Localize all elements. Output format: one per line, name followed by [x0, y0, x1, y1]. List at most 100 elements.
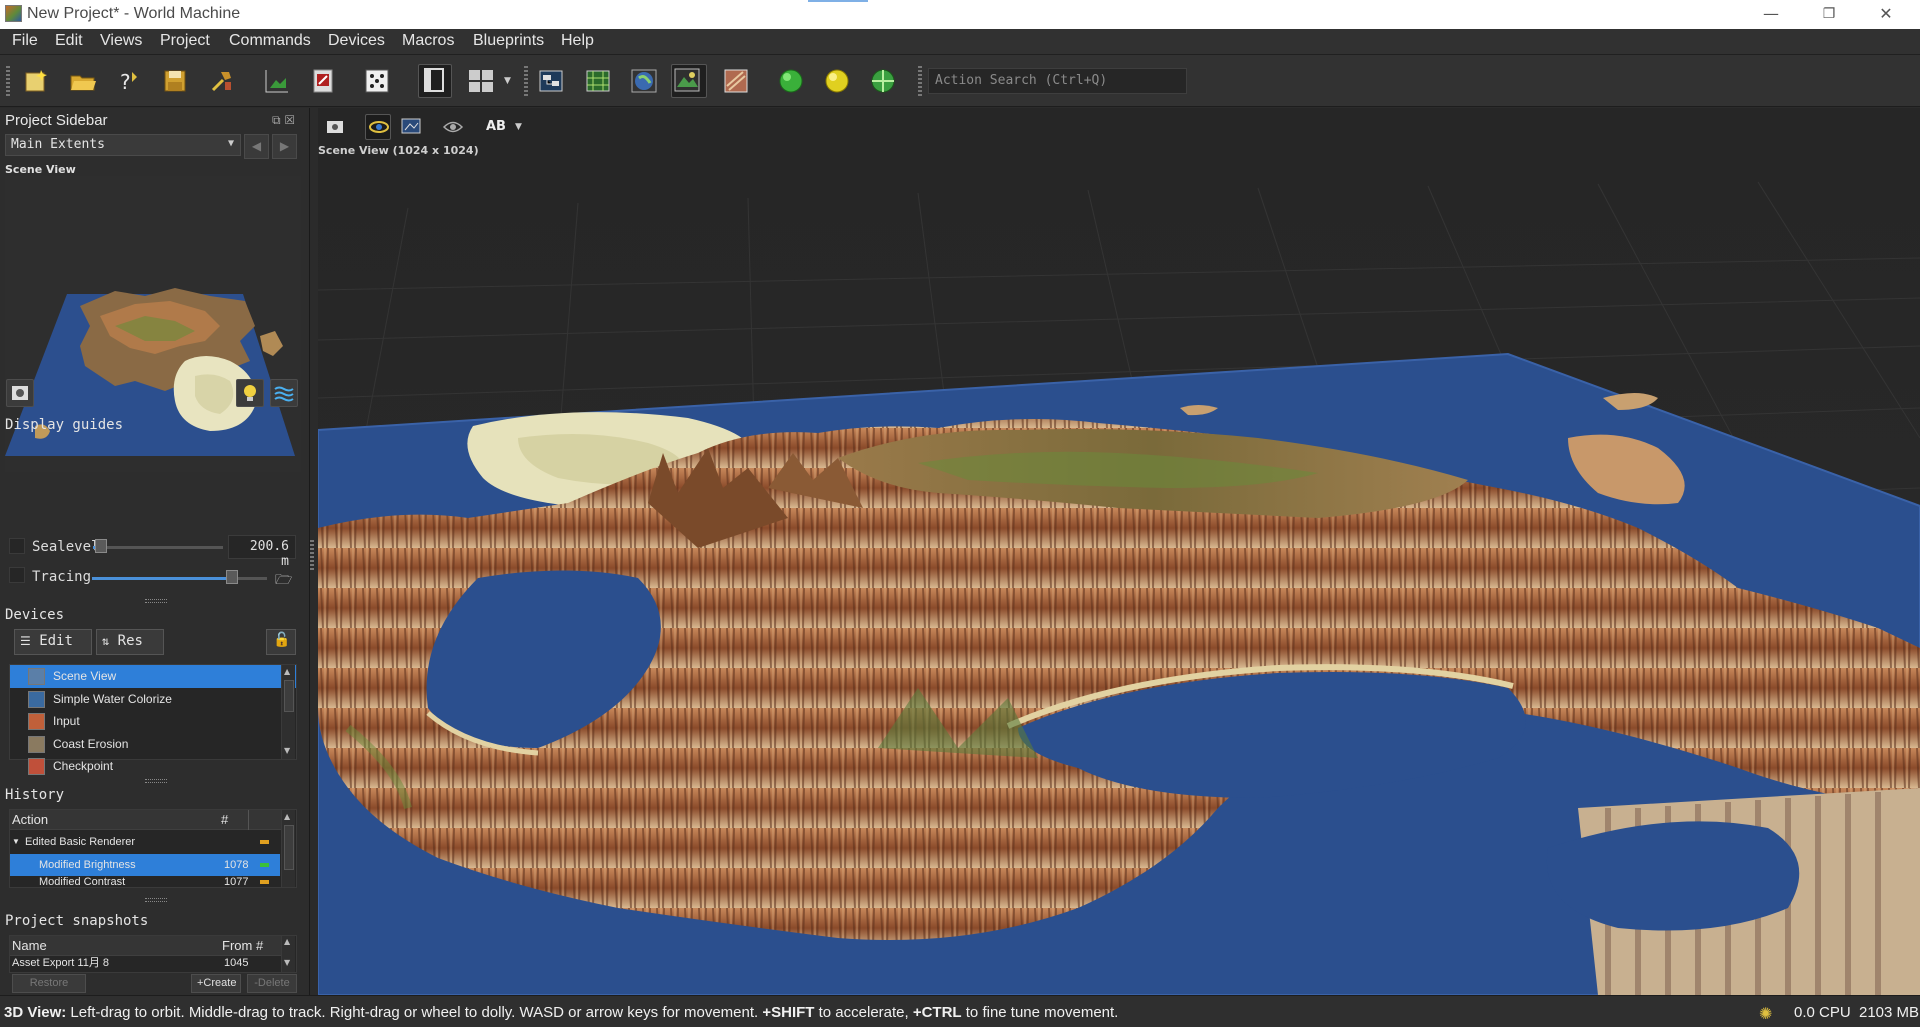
texture-view-icon[interactable]	[671, 64, 707, 98]
device-label: Input	[53, 714, 80, 728]
ab-dropdown-icon[interactable]: ▼	[515, 122, 522, 132]
create-snapshot-button[interactable]: +Create	[191, 974, 241, 993]
table-row[interactable]: Modified Contrast 1077	[10, 876, 282, 888]
material-icon[interactable]	[721, 66, 751, 96]
eye-icon[interactable]	[440, 114, 466, 140]
list-item[interactable]: Simple Water Colorize	[10, 688, 296, 711]
restore-button[interactable]: ❐	[1806, 0, 1852, 29]
menu-project[interactable]: Project	[160, 32, 210, 50]
edit-device-button[interactable]: ☰ Edit	[14, 629, 92, 655]
res-label: Res	[117, 633, 143, 649]
render-icon[interactable]	[309, 66, 339, 96]
menu-edit[interactable]: Edit	[55, 32, 83, 50]
checkpoint-icon	[28, 758, 45, 775]
view-settings-button[interactable]	[322, 114, 348, 140]
table-row[interactable]: Modified Brightness 1078	[10, 854, 280, 876]
name-column-header[interactable]: Name	[12, 938, 47, 953]
tools-icon[interactable]	[207, 66, 237, 96]
prev-extent-button[interactable]: ◀	[244, 134, 269, 159]
scroll-thumb[interactable]	[284, 680, 294, 712]
action-search-input[interactable]: Action Search (Ctrl+Q)	[928, 68, 1187, 94]
scene-view-icon	[28, 668, 45, 685]
layout-dropdown-icon[interactable]: ▼	[504, 76, 511, 86]
sealevel-slider-thumb[interactable]	[95, 539, 107, 553]
extents-select[interactable]: Main Extents ▼	[5, 134, 241, 156]
tracing-checkbox[interactable]	[9, 567, 25, 583]
num-column-header[interactable]: #	[221, 812, 228, 827]
table-row[interactable]: ▼ Edited Basic Renderer	[10, 831, 282, 853]
menu-views[interactable]: Views	[100, 32, 142, 50]
sidebar-resize-handle[interactable]	[310, 540, 314, 570]
main-toolbar: ? ▼ Action Search (Ctrl+Q)	[0, 55, 1920, 178]
expand-icon[interactable]: ▼	[12, 831, 20, 853]
minimize-button[interactable]: —	[1748, 0, 1794, 29]
history-action: Modified Brightness	[39, 859, 136, 871]
devices-scrollbar[interactable]: ▲ ▼	[281, 665, 295, 759]
list-item[interactable]: Checkpoint	[10, 755, 296, 778]
new-project-icon[interactable]	[21, 66, 51, 96]
list-item[interactable]: Input	[10, 710, 296, 733]
folder-icon[interactable]: 🗁	[275, 569, 292, 593]
lock-button[interactable]: 🔓	[266, 629, 296, 655]
build-world-icon[interactable]	[868, 66, 898, 96]
scroll-down-icon[interactable]: ▼	[284, 746, 290, 755]
lighting-button[interactable]	[236, 379, 264, 407]
menu-help[interactable]: Help	[561, 32, 594, 50]
menu-blueprints[interactable]: Blueprints	[473, 32, 544, 50]
globe-icon[interactable]	[629, 66, 659, 96]
menu-macros[interactable]: Macros	[402, 32, 454, 50]
save-icon[interactable]	[160, 66, 190, 96]
toolbar-grip[interactable]	[6, 66, 10, 96]
scene-viewport[interactable]: AB ▼ Scene View (1024 x 1024)	[318, 108, 1920, 995]
table-row[interactable]: Asset Export 11月 8 1045	[10, 956, 282, 970]
tracing-slider-thumb[interactable]	[226, 570, 238, 584]
help-icon[interactable]: ?	[114, 66, 144, 96]
history-num: 1077	[224, 876, 249, 888]
dice-icon[interactable]	[362, 66, 392, 96]
single-layout-icon[interactable]	[418, 64, 452, 98]
close-icon[interactable]: ☒	[284, 113, 295, 127]
from-column-header[interactable]: From #	[222, 938, 263, 953]
scroll-up-icon[interactable]: ▲	[284, 812, 290, 821]
explorer-icon[interactable]	[536, 66, 566, 96]
sealevel-checkbox[interactable]	[9, 538, 25, 554]
scroll-down-icon[interactable]: ▼	[284, 958, 290, 967]
list-item[interactable]: Coast Erosion	[10, 733, 296, 756]
terrain-render[interactable]	[318, 108, 1920, 995]
sealevel-value-input[interactable]: 200.6 m	[228, 535, 296, 569]
menu-commands[interactable]: Commands	[229, 32, 311, 50]
sealevel-slider[interactable]	[93, 546, 223, 549]
ab-compare-button[interactable]: AB	[486, 119, 506, 134]
water-button[interactable]	[270, 379, 298, 407]
scroll-thumb[interactable]	[284, 825, 294, 870]
free-camera-button[interactable]	[398, 114, 424, 140]
orbit-camera-button[interactable]	[365, 114, 391, 140]
splitter-handle[interactable]	[145, 779, 167, 783]
scroll-up-icon[interactable]: ▲	[284, 937, 290, 946]
layout-view-icon[interactable]	[583, 66, 613, 96]
list-item[interactable]: Scene View	[10, 665, 296, 688]
history-scrollbar[interactable]: ▲	[281, 810, 295, 887]
resolution-button[interactable]: ⇅ Res	[96, 629, 164, 655]
scroll-up-icon[interactable]: ▲	[284, 667, 290, 676]
build-yellow-icon[interactable]	[822, 66, 852, 96]
menu-file[interactable]: File	[12, 32, 38, 50]
history-num: 1078	[224, 859, 249, 871]
memory-usage: 2103 MB	[1859, 1004, 1920, 1021]
splitter-handle[interactable]	[145, 599, 167, 603]
build-green-icon[interactable]	[776, 66, 806, 96]
preview-settings-button[interactable]	[6, 379, 34, 407]
open-project-icon[interactable]	[68, 66, 98, 96]
snapshots-scrollbar[interactable]: ▲ ▼	[281, 936, 295, 972]
next-extent-button[interactable]: ▶	[272, 134, 297, 159]
close-button[interactable]: ✕	[1863, 0, 1909, 29]
float-icon[interactable]: ⧉	[272, 113, 281, 127]
restore-button[interactable]: Restore	[12, 974, 86, 993]
action-column-header[interactable]: Action	[12, 812, 48, 827]
delete-snapshot-button[interactable]: -Delete	[247, 974, 297, 993]
grid-layout-icon[interactable]	[466, 66, 496, 96]
history-action: Edited Basic Renderer	[25, 836, 136, 848]
terrain-icon[interactable]	[262, 66, 292, 96]
menu-devices[interactable]: Devices	[328, 32, 385, 50]
splitter-handle[interactable]	[145, 898, 167, 902]
